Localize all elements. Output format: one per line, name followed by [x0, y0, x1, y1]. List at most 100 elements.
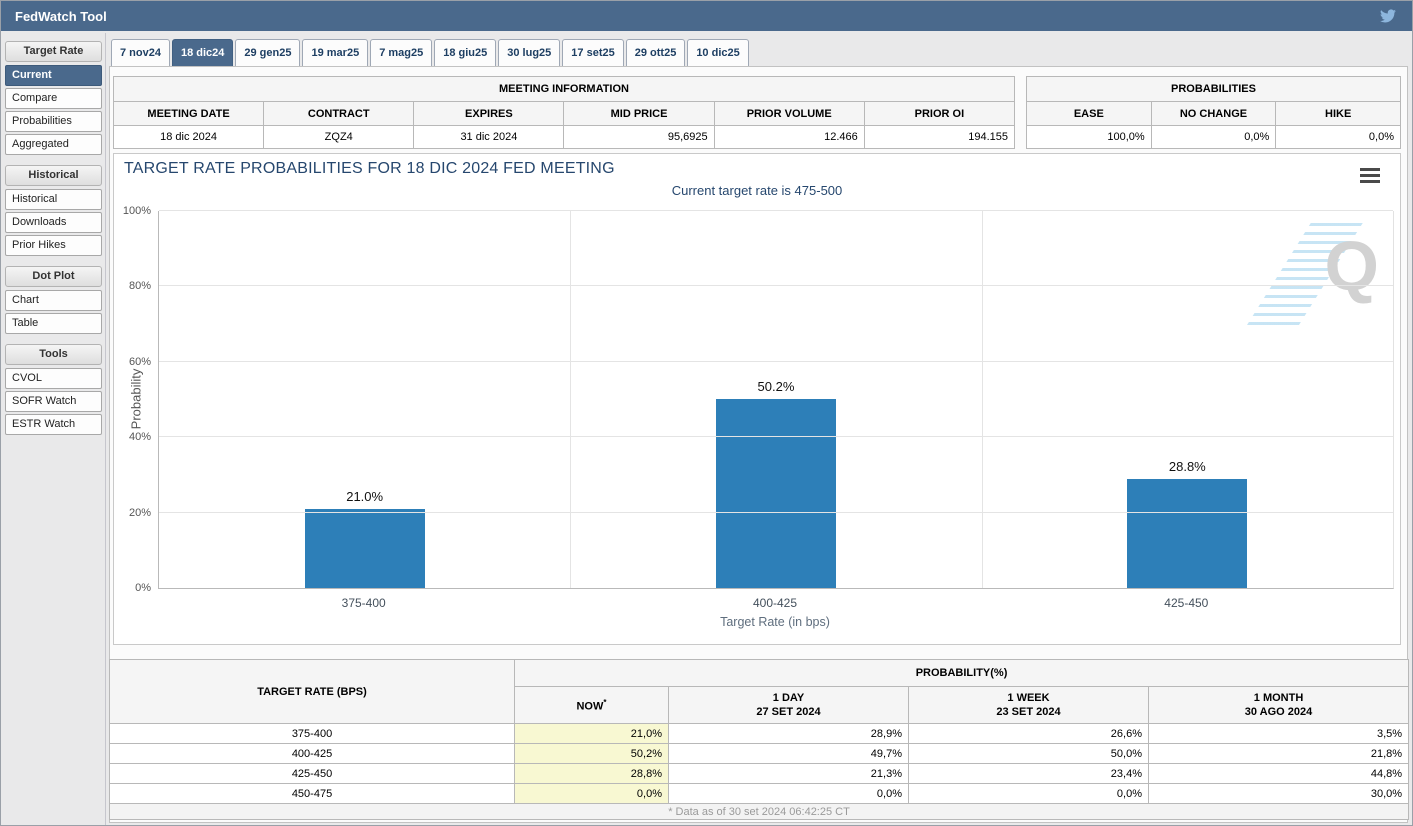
tab-7-nov24[interactable]: 7 nov24 — [111, 39, 170, 68]
twitter-icon[interactable] — [1378, 8, 1398, 24]
sidebar-item-estr-watch[interactable]: ESTR Watch — [5, 414, 102, 435]
gridline — [159, 285, 1393, 286]
sidebar-item-sofr-watch[interactable]: SOFR Watch — [5, 391, 102, 412]
sidebar-item-downloads[interactable]: Downloads — [5, 212, 102, 233]
sidebar-section-target-rate: Target Rate CurrentCompareProbabilitiesAg… — [5, 41, 102, 155]
tab-18-giu25[interactable]: 18 giu25 — [434, 39, 496, 68]
meeting-information-value-row: 18 dic 2024ZQZ431 dic 202495,692512.4661… — [114, 126, 1015, 149]
x-tick-label-425-450: 425-450 — [981, 596, 1392, 610]
sidebar-section-button-tools[interactable]: Tools — [5, 344, 102, 365]
probabilities-summary-table: PROBABILITIES EASENO CHANGEHIKE 100,0%0,… — [1026, 76, 1401, 149]
x-tick-label-400-425: 400-425 — [569, 596, 980, 610]
sidebar-section-historical: HistoricalHistoricalDownloadsPrior Hikes — [5, 165, 102, 256]
tab-19-mar25[interactable]: 19 mar25 — [302, 39, 368, 68]
y-tick-label: 60% — [129, 356, 151, 368]
now-cell: 50,2% — [515, 744, 669, 764]
sidebar-item-prior-hikes[interactable]: Prior Hikes — [5, 235, 102, 256]
sidebar-divider — [105, 33, 106, 825]
sidebar-section-button-historical[interactable]: Historical — [5, 165, 102, 186]
meeting-info-header-expires: EXPIRES — [414, 102, 564, 126]
gridline — [159, 512, 1393, 513]
chart-title: TARGET RATE PROBABILITIES FOR 18 DIC 202… — [124, 160, 615, 178]
tab-10-dic25[interactable]: 10 dic25 — [687, 39, 748, 68]
prob-summary-value: 0,0% — [1276, 126, 1401, 149]
column-header-1-week: 1 WEEK23 SET 2024 — [909, 687, 1149, 724]
bar-cell-375-400: 21.0% — [159, 211, 570, 588]
y-tick-label: 0% — [135, 582, 151, 594]
now-cell: 21,0% — [515, 724, 669, 744]
meeting-info-value: 18 dic 2024 — [114, 126, 264, 149]
one-month-cell: 3,5% — [1149, 724, 1409, 744]
app-title: FedWatch Tool — [15, 9, 107, 24]
one-month-cell: 44,8% — [1149, 764, 1409, 784]
y-tick-label: 80% — [129, 280, 151, 292]
x-axis-title: Target Rate (in bps) — [158, 615, 1392, 629]
table-row-400-425: 400-42550,2%49,7%50,0%21,8% — [110, 744, 1409, 764]
one-day-cell: 49,7% — [669, 744, 909, 764]
one-month-cell: 30,0% — [1149, 784, 1409, 804]
meeting-info-value: 12.466 — [714, 126, 864, 149]
meeting-tabs: 7 nov2418 dic2429 gen2519 mar257 mag2518… — [111, 39, 749, 68]
column-header-1-day: 1 DAY27 SET 2024 — [669, 687, 909, 724]
bar-400-425[interactable] — [716, 399, 836, 588]
y-tick-label: 40% — [129, 431, 151, 443]
one-day-cell: 28,9% — [669, 724, 909, 744]
meeting-info-value: 194.155 — [864, 126, 1014, 149]
bar-375-400[interactable] — [305, 509, 425, 588]
tab-18-dic24[interactable]: 18 dic24 — [172, 39, 233, 68]
bar-value-label: 28.8% — [1169, 459, 1206, 474]
tab-30-lug25[interactable]: 30 lug25 — [498, 39, 560, 68]
one-day-cell: 21,3% — [669, 764, 909, 784]
table-row-425-450: 425-45028,8%21,3%23,4%44,8% — [110, 764, 1409, 784]
prob-summary-value: 0,0% — [1151, 126, 1276, 149]
sidebar-item-current[interactable]: Current — [5, 65, 102, 86]
plot-area: 21.0%50.2%28.8% Q 0%20%40%60%80%100% — [158, 211, 1394, 589]
bar-cell-425-450: 28.8% — [982, 211, 1393, 588]
one-week-cell: 0,0% — [909, 784, 1149, 804]
rate-cell: 400-425 — [110, 744, 515, 764]
sidebar-item-probabilities[interactable]: Probabilities — [5, 111, 102, 132]
sidebar-item-aggregated[interactable]: Aggregated — [5, 134, 102, 155]
tab-29-gen25[interactable]: 29 gen25 — [235, 39, 300, 68]
one-week-cell: 26,6% — [909, 724, 1149, 744]
meeting-information-header-row: MEETING DATECONTRACTEXPIRESMID PRICEPRIO… — [114, 102, 1015, 126]
target-rate-bps-header: TARGET RATE (BPS) — [110, 660, 515, 724]
sidebar-item-table[interactable]: Table — [5, 313, 102, 334]
meeting-info-header-meeting-date: MEETING DATE — [114, 102, 264, 126]
sidebar-item-chart[interactable]: Chart — [5, 290, 102, 311]
sidebar-section-tools: Tools CVOLSOFR WatchESTR Watch — [5, 344, 102, 435]
probability-group-header: PROBABILITY(%) — [515, 660, 1409, 687]
sidebar-item-historical[interactable]: Historical — [5, 189, 102, 210]
chart-subtitle: Current target rate is 475-500 — [114, 183, 1400, 198]
sidebar-section-button-dot-plot[interactable]: Dot Plot — [5, 266, 102, 287]
probabilities-summary-value-row: 100,0%0,0%0,0% — [1027, 126, 1401, 149]
x-tick-label-375-400: 375-400 — [158, 596, 569, 610]
column-header-now: NOW* — [515, 687, 669, 724]
meeting-info-value: 95,6925 — [564, 126, 714, 149]
rate-cell: 375-400 — [110, 724, 515, 744]
tab-17-set25[interactable]: 17 set25 — [562, 39, 623, 68]
fedwatch-app: FedWatch Tool Target RateCurrentCompareP… — [0, 0, 1413, 826]
rate-cell: 450-475 — [110, 784, 515, 804]
meeting-info-header-mid-price: MID PRICE — [564, 102, 714, 126]
meeting-info-header-contract: CONTRACT — [264, 102, 414, 126]
title-bar: FedWatch Tool — [1, 1, 1412, 31]
prob-summary-header-ease: EASE — [1027, 102, 1152, 126]
prob-summary-header-no-change: NO CHANGE — [1151, 102, 1276, 126]
one-month-cell: 21,8% — [1149, 744, 1409, 764]
x-axis-labels: 375-400400-425425-450 — [158, 596, 1392, 610]
sidebar: Target Rate CurrentCompareProbabilitiesAg… — [5, 41, 102, 445]
sidebar-section-button-target-rate[interactable]: Target Rate — [5, 41, 102, 62]
now-cell: 28,8% — [515, 764, 669, 784]
now-cell: 0,0% — [515, 784, 669, 804]
meeting-information-table: MEETING INFORMATION MEETING DATECONTRACT… — [113, 76, 1015, 149]
bar-value-label: 21.0% — [346, 489, 383, 504]
sidebar-item-compare[interactable]: Compare — [5, 88, 102, 109]
gridline — [159, 361, 1393, 362]
tab-29-ott25[interactable]: 29 ott25 — [626, 39, 686, 68]
y-axis-title: Probability — [129, 369, 144, 430]
bar-425-450[interactable] — [1127, 479, 1247, 588]
prob-summary-header-hike: HIKE — [1276, 102, 1401, 126]
sidebar-item-cvol[interactable]: CVOL — [5, 368, 102, 389]
tab-7-mag25[interactable]: 7 mag25 — [370, 39, 432, 68]
